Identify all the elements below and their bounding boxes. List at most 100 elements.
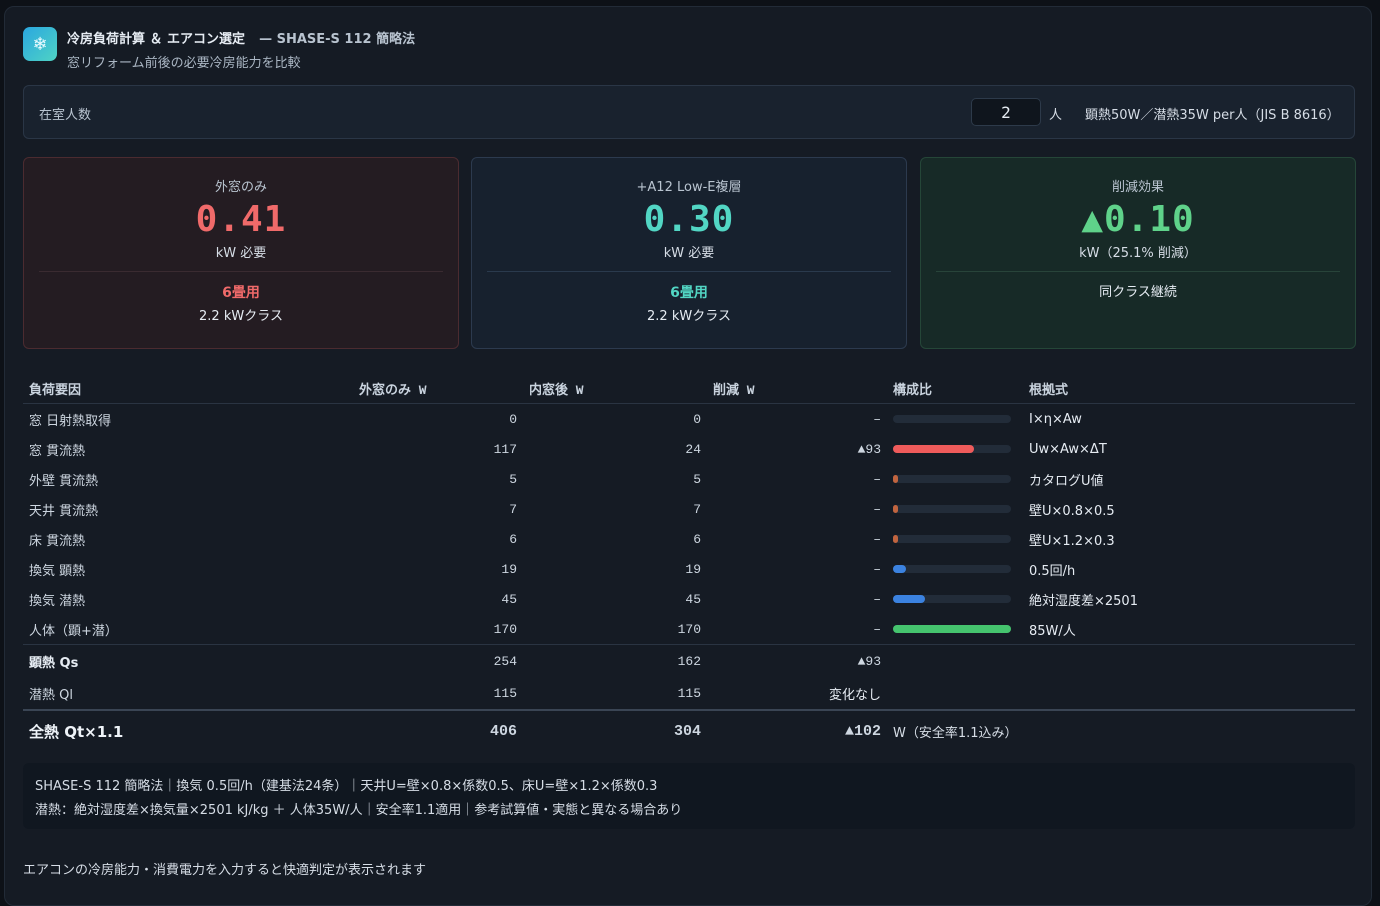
- row-ratio: [887, 494, 1023, 524]
- card-before: 外窓のみ 0.41 kW 必要 6畳用 2.2 kWクラス: [23, 157, 459, 349]
- notes-line-1: SHASE-S 112 簡略法｜換気 0.5回/h（建基法24条）｜天井U=壁×…: [35, 779, 658, 794]
- row-formula: 85W/人: [1029, 623, 1076, 639]
- card-saving-unit: kW（25.1% 削減）: [1079, 246, 1197, 261]
- ratio-bar-fill: [893, 505, 898, 513]
- snowflake-icon: ❄: [23, 27, 57, 61]
- load-table: 負荷要因 外窓のみ W 内窓後 W 削減 W 構成比 根拠式 窓 日射熱取得 0 0…: [23, 373, 1355, 751]
- divider: [487, 271, 891, 272]
- row-ratio: [887, 554, 1023, 584]
- ratio-bar-fill: [893, 445, 975, 453]
- row-after: 5: [693, 471, 701, 487]
- row-after: 19: [685, 561, 701, 577]
- row-factor: 換気 潜熱: [29, 593, 86, 609]
- table-row: 床 貫流熱 6 6 – 壁U×1.2×0.3: [23, 524, 1355, 554]
- row-factor: 換気 顕熱: [29, 563, 86, 579]
- row-formula: Uw×Aw×ΔT: [1029, 441, 1107, 457]
- table-row: 換気 顕熱 19 19 – 0.5回/h: [23, 554, 1355, 584]
- page-title: 冷房負荷計算 ＆ エアコン選定 — SHASE-S 112 簡略法: [67, 28, 415, 47]
- latent-after: 115: [677, 685, 701, 701]
- sensible-row: 顕熱 Qs 254 162 ▲93: [23, 644, 1355, 677]
- row-formula: I×η×Aw: [1029, 411, 1082, 427]
- col-header-ratio: 構成比: [887, 373, 1023, 404]
- card-saving: 削減効果 ▲0.10 kW（25.1% 削減） 同クラス継続: [920, 157, 1356, 349]
- row-formula: 壁U×1.2×0.3: [1029, 533, 1115, 549]
- divider: [936, 271, 1340, 272]
- row-factor: 人体（顕+潜）: [29, 623, 118, 639]
- row-after: 24: [685, 441, 701, 457]
- total-unit: W（安全率1.1込み）: [887, 709, 1355, 751]
- card-after-unit: kW 必要: [663, 246, 715, 261]
- total-label: 全熱 Qt×1.1: [23, 709, 353, 751]
- sensible-saving: ▲93: [707, 644, 887, 677]
- occupants-note: 顕熱50W／潜熱35W per人（JIS B 8616）: [1085, 108, 1340, 123]
- row-saving: –: [873, 561, 881, 577]
- footer-message: エアコンの冷房能力・消費電力を入力すると快適判定が表示されます: [23, 863, 427, 878]
- row-saving: –: [873, 591, 881, 607]
- latent-label: 潜熱 Ql: [29, 687, 73, 703]
- row-saving: –: [873, 501, 881, 517]
- card-before-label: 外窓のみ: [214, 180, 267, 195]
- row-before: 170: [493, 621, 517, 637]
- ratio-bar-fill: [893, 535, 898, 543]
- table-header-row: 負荷要因 外窓のみ W 内窓後 W 削減 W 構成比 根拠式: [23, 373, 1355, 404]
- ratio-bar-fill: [893, 565, 906, 573]
- ratio-bar-fill: [893, 625, 1011, 633]
- main-panel: ❄ 冷房負荷計算 ＆ エアコン選定 — SHASE-S 112 簡略法 窓リフォー…: [4, 6, 1372, 906]
- row-saving: –: [873, 471, 881, 487]
- ratio-bar-track: [893, 595, 1011, 603]
- latent-saving: 変化なし: [828, 687, 881, 703]
- ratio-bar-track: [893, 535, 1011, 543]
- standard-label: — SHASE-S 112 簡略法: [259, 32, 416, 47]
- table-row: 窓 貫流熱 117 24 ▲93 Uw×Aw×ΔT: [23, 434, 1355, 464]
- card-before-class: 2.2 kWクラス: [199, 309, 283, 324]
- card-after-class: 2.2 kWクラス: [647, 309, 731, 324]
- divider: [39, 271, 443, 272]
- latent-before: 115: [493, 685, 517, 701]
- occupants-input[interactable]: [971, 98, 1041, 126]
- notes-line-2: 潜熱：絶対湿度差×換気量×2501 kJ/kg ＋ 人体35W/人｜安全率1.1…: [35, 803, 683, 818]
- ratio-bar-track: [893, 505, 1011, 513]
- row-factor: 外壁 貫流熱: [29, 473, 99, 489]
- row-before: 117: [493, 441, 517, 457]
- row-factor: 窓 日射熱取得: [29, 413, 112, 429]
- card-before-size: 6畳用: [222, 285, 260, 301]
- row-after: 7: [693, 501, 701, 517]
- card-saving-label: 削減効果: [1111, 180, 1164, 195]
- row-after: 6: [693, 531, 701, 547]
- card-after-size: 6畳用: [670, 285, 708, 301]
- card-saving-value: ▲0.10: [1081, 199, 1195, 240]
- row-ratio: [887, 434, 1023, 464]
- occupants-unit: 人: [1049, 108, 1063, 123]
- occupants-bar: 在室人数 人 顕熱50W／潜熱35W per人（JIS B 8616）: [23, 85, 1355, 139]
- row-saving: –: [873, 411, 881, 427]
- row-factor: 天井 貫流熱: [29, 503, 99, 519]
- row-saving: –: [873, 531, 881, 547]
- col-header-after: 内窓後 W: [523, 373, 707, 404]
- title-text: 冷房負荷計算 ＆ エアコン選定: [67, 32, 246, 47]
- table-row: 人体（顕+潜） 170 170 – 85W/人: [23, 614, 1355, 645]
- ratio-bar-track: [893, 415, 1011, 423]
- card-saving-note: 同クラス継続: [1099, 285, 1177, 300]
- header: ❄ 冷房負荷計算 ＆ エアコン選定 — SHASE-S 112 簡略法 窓リフォー…: [23, 27, 415, 71]
- sensible-after: 162: [523, 644, 707, 677]
- ratio-bar-fill: [893, 595, 925, 603]
- row-formula: 壁U×0.8×0.5: [1029, 503, 1115, 519]
- ratio-bar-track: [893, 565, 1011, 573]
- row-ratio: [887, 464, 1023, 494]
- row-formula: 絶対湿度差×2501: [1029, 593, 1138, 609]
- card-after-value: 0.30: [643, 199, 735, 240]
- row-formula: カタログU値: [1029, 473, 1104, 489]
- occupants-label: 在室人数: [39, 108, 92, 123]
- row-factor: 床 貫流熱: [29, 533, 86, 549]
- row-before: 7: [509, 501, 517, 517]
- total-saving: ▲102: [707, 709, 887, 751]
- method-notes: SHASE-S 112 簡略法｜換気 0.5回/h（建基法24条）｜天井U=壁×…: [23, 763, 1355, 829]
- table-row: 天井 貫流熱 7 7 – 壁U×0.8×0.5: [23, 494, 1355, 524]
- page-subtitle: 窓リフォーム前後の必要冷房能力を比較: [67, 56, 301, 71]
- row-before: 5: [509, 471, 517, 487]
- total-after: 304: [523, 709, 707, 751]
- card-before-unit: kW 必要: [215, 246, 267, 261]
- total-row: 全熱 Qt×1.1 406 304 ▲102 W（安全率1.1込み）: [23, 709, 1355, 751]
- row-ratio: [887, 614, 1023, 645]
- col-header-before: 外窓のみ W: [353, 373, 523, 404]
